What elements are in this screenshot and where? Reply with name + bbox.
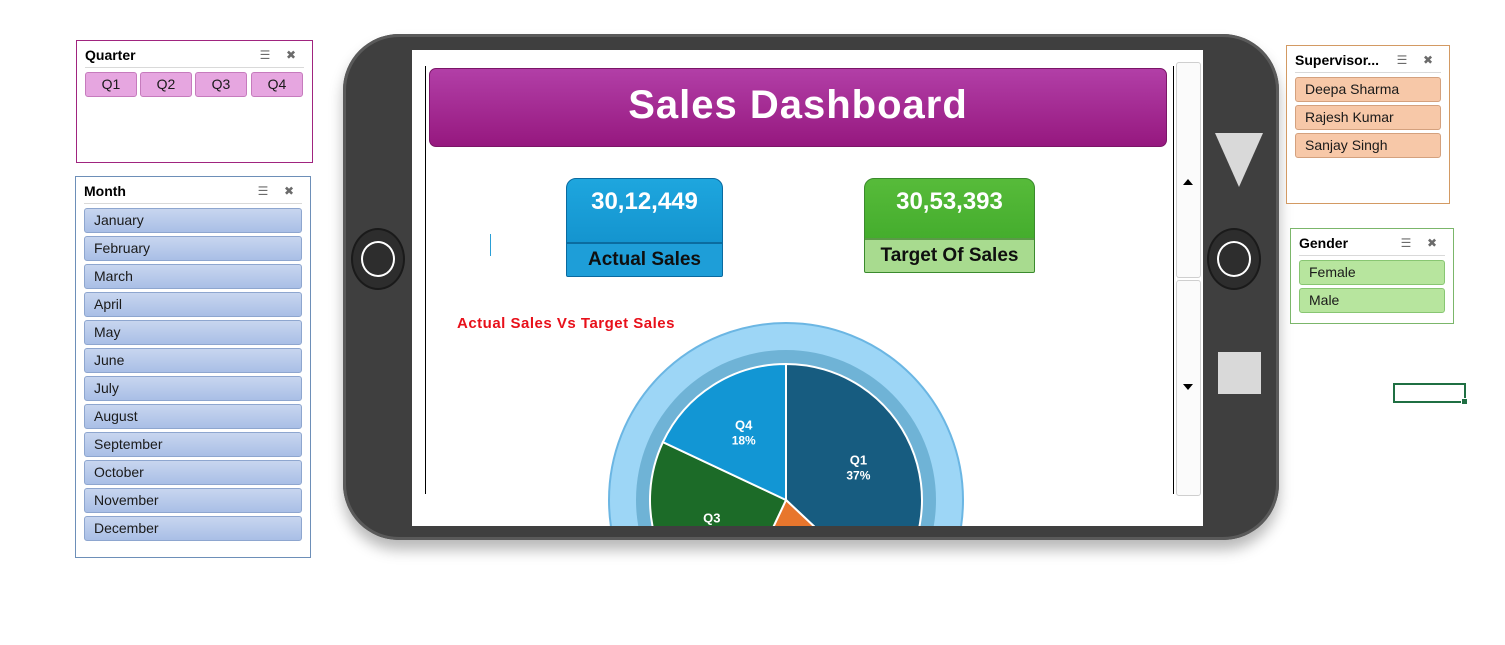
- slicer-item-september[interactable]: September: [84, 432, 302, 457]
- slicer-item-december[interactable]: December: [84, 516, 302, 541]
- chart-title: Actual Sales Vs Target Sales: [457, 315, 675, 332]
- scroll-down-arrow-icon[interactable]: [1183, 384, 1193, 390]
- slicer-item-deepa-sharma[interactable]: Deepa Sharma: [1295, 77, 1441, 102]
- phone-frame: Sales Dashboard 30,12,449 Actual Sales 3…: [343, 34, 1279, 540]
- gender-slicer: Gender ☰ ✖ Female Male: [1290, 228, 1454, 324]
- supervisor-slicer: Supervisor... ☰ ✖ Deepa Sharma Rajesh Ku…: [1286, 45, 1450, 204]
- circle-icon: [1217, 241, 1251, 277]
- slicer-header: Supervisor... ☰ ✖: [1295, 50, 1441, 73]
- home-button-right: [1207, 228, 1261, 290]
- scroll-up-arrow-icon[interactable]: [1183, 179, 1193, 185]
- slicer-title: Month: [84, 183, 126, 199]
- pie-label-q3: Q3: [703, 511, 720, 526]
- sales-pie-chart: Q137%Q2Q3Q418%: [608, 322, 964, 526]
- slicer-item-male[interactable]: Male: [1299, 288, 1445, 313]
- slicer-item-january[interactable]: January: [84, 208, 302, 233]
- circle-icon: [361, 241, 395, 277]
- slicer-item-q1[interactable]: Q1: [85, 72, 137, 97]
- slicer-item-april[interactable]: April: [84, 292, 302, 317]
- clear-filter-icon[interactable]: ✖: [1423, 234, 1441, 252]
- slicer-item-sanjay-singh[interactable]: Sanjay Singh: [1295, 133, 1441, 158]
- slicer-item-march[interactable]: March: [84, 264, 302, 289]
- slicer-header: Gender ☰ ✖: [1299, 233, 1445, 256]
- slicer-item-q3[interactable]: Q3: [195, 72, 247, 97]
- month-slicer: Month ☰ ✖ January February March April M…: [75, 176, 311, 558]
- slicer-title: Quarter: [85, 47, 136, 63]
- clear-filter-icon[interactable]: ✖: [1419, 51, 1437, 69]
- home-button-left: [351, 228, 405, 290]
- multi-select-icon[interactable]: ☰: [1397, 234, 1415, 252]
- slicer-item-october[interactable]: October: [84, 460, 302, 485]
- slicer-item-july[interactable]: July: [84, 376, 302, 401]
- clear-filter-icon[interactable]: ✖: [280, 182, 298, 200]
- slicer-item-female[interactable]: Female: [1299, 260, 1445, 285]
- square-icon: [1218, 352, 1261, 394]
- frame-border-right: [1173, 66, 1174, 494]
- slicer-item-august[interactable]: August: [84, 404, 302, 429]
- pie-label-q4: Q4: [735, 417, 753, 432]
- pie-label-q1: Q1: [850, 453, 867, 468]
- scrollbar-track-upper[interactable]: [1176, 62, 1201, 278]
- clear-filter-icon[interactable]: ✖: [282, 46, 300, 64]
- quarter-slicer: Quarter ☰ ✖ Q1 Q2 Q3 Q4: [76, 40, 313, 163]
- slicer-header: Month ☰ ✖: [84, 181, 302, 204]
- multi-select-icon[interactable]: ☰: [254, 182, 272, 200]
- slicer-title: Supervisor...: [1295, 52, 1380, 68]
- pie-percent-q4: 18%: [732, 433, 756, 447]
- slicer-item-q4[interactable]: Q4: [251, 72, 303, 97]
- pie-percent-q1: 37%: [846, 469, 870, 483]
- slicer-header: Quarter ☰ ✖: [85, 45, 304, 68]
- vertical-scrollbar[interactable]: [1176, 62, 1201, 496]
- slicer-item-june[interactable]: June: [84, 348, 302, 373]
- slicer-item-november[interactable]: November: [84, 488, 302, 513]
- selected-cell[interactable]: [1393, 383, 1468, 405]
- slicer-item-rajesh-kumar[interactable]: Rajesh Kumar: [1295, 105, 1441, 130]
- triangle-down-icon: [1215, 133, 1263, 187]
- dashboard-screen: Sales Dashboard 30,12,449 Actual Sales 3…: [412, 50, 1203, 526]
- slicer-item-february[interactable]: February: [84, 236, 302, 261]
- slicer-item-q2[interactable]: Q2: [140, 72, 192, 97]
- multi-select-icon[interactable]: ☰: [256, 46, 274, 64]
- slicer-title: Gender: [1299, 235, 1349, 251]
- multi-select-icon[interactable]: ☰: [1393, 51, 1411, 69]
- slicer-item-may[interactable]: May: [84, 320, 302, 345]
